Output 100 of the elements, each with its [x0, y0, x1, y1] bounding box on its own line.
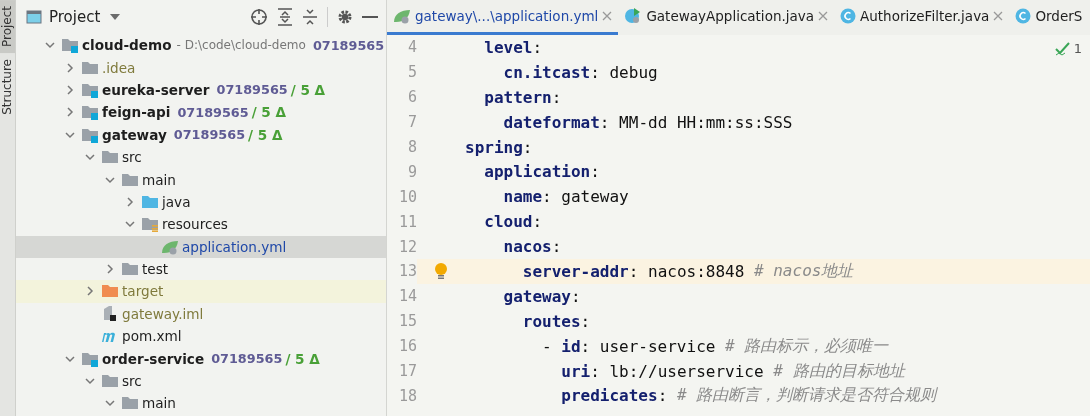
code-text: uri: lb://userservice # 路由的目标地址 [560, 359, 905, 383]
chevron-right-icon[interactable] [104, 263, 116, 276]
class-icon [840, 8, 857, 24]
class-icon [1015, 8, 1032, 24]
tree-row[interactable]: src [16, 369, 386, 393]
tree-row[interactable]: order-service 07189565 / 5 Δ [16, 347, 386, 370]
tree-row[interactable]: feign-api 07189565 / 5 Δ [16, 101, 386, 124]
line-number: 8 [406, 138, 417, 156]
line-number: 15 [397, 312, 417, 331]
vcs-revision: 07189565 [216, 82, 288, 98]
module-folder-icon [81, 81, 99, 98]
chevron-right-icon[interactable] [64, 83, 76, 96]
collapse-all-icon[interactable] [302, 8, 318, 26]
vcs-revision: 07189565 [177, 104, 249, 120]
inspection-widget[interactable]: 1 [1054, 41, 1082, 56]
tree-row[interactable]: pom.xml [16, 325, 386, 348]
vcs-changes: / 5 Δ [248, 126, 283, 143]
tree-row[interactable]: gateway 07189565 / 5 Δ [16, 123, 386, 146]
leaf-file-icon [161, 238, 179, 255]
minimize-icon[interactable] [362, 15, 378, 19]
code-text: nacos: [502, 236, 562, 259]
node-name: order-service [102, 350, 205, 367]
folder-icon [121, 261, 139, 278]
node-name: src [122, 149, 142, 166]
code-text: level: [483, 36, 543, 59]
check-icon [1054, 41, 1071, 56]
close-icon[interactable] [993, 11, 1004, 21]
code-text: routes: [521, 310, 591, 333]
tree-row[interactable]: eureka-server 07189565 / 5 Δ [16, 78, 386, 102]
node-name: cloud-demo [82, 37, 172, 54]
inspection-count: 1 [1073, 41, 1082, 56]
code-text: server-addr: nacos:8848 # nacos地址 [465, 259, 1090, 284]
tree-row[interactable]: cloud-demo - D:\code\cloud-demo 07189565 [16, 34, 386, 57]
tree-row[interactable]: gateway.iml [16, 302, 386, 326]
editor-tab[interactable]: OrderS [1009, 0, 1089, 35]
folder-icon [81, 59, 99, 76]
tree-row[interactable]: src [16, 145, 386, 169]
close-icon[interactable] [818, 11, 829, 21]
tree-row[interactable]: main [16, 168, 386, 191]
module-path: - D:\code\cloud-demo [176, 38, 306, 53]
editor-tab[interactable]: AuthorizeFilter.java [834, 0, 1010, 35]
folder-icon [101, 283, 119, 300]
tree-row[interactable]: test [16, 257, 386, 281]
line-number: 13 [397, 262, 417, 281]
file-icon [101, 305, 119, 322]
module-folder-icon [81, 350, 99, 367]
node-name: feign-api [102, 104, 171, 121]
code-text: cn.itcast: debug [502, 61, 658, 84]
expand-all-icon[interactable] [277, 8, 293, 26]
vcs-revision: 07189565 [312, 37, 385, 53]
tree-row[interactable]: main [16, 392, 386, 415]
code-text: gateway: [502, 285, 581, 308]
chevron-right-icon[interactable] [124, 195, 136, 208]
code-text: pattern: [483, 86, 562, 109]
tool-window-tab[interactable]: Project [0, 0, 15, 54]
settings-icon[interactable] [337, 9, 353, 25]
vcs-revision: 07189565 [173, 127, 246, 143]
tree-row[interactable]: .idea [16, 56, 386, 79]
vcs-changes: / 5 Δ [251, 104, 287, 121]
line-number: 18 [397, 386, 417, 405]
tree-row[interactable]: resources [16, 213, 386, 236]
panel-title[interactable]: Project [49, 8, 101, 26]
node-name: pom.xml [122, 328, 182, 345]
vcs-changes: / 5 Δ [290, 81, 326, 98]
tree-row[interactable]: application.yml [16, 235, 386, 258]
node-name: .idea [102, 59, 136, 76]
tool-window-tab[interactable]: Structure [0, 53, 15, 121]
tree-row[interactable]: target [16, 280, 386, 303]
code-text: predicates: # 路由断言，判断请求是否符合规则 [560, 384, 937, 408]
close-icon[interactable] [602, 11, 613, 21]
node-name: src [122, 373, 142, 390]
vcs-revision: 07189565 [211, 351, 283, 367]
line-number: 10 [397, 187, 417, 206]
line-number: 12 [397, 237, 417, 256]
chevron-right-icon[interactable] [64, 61, 76, 74]
dropdown-caret-icon[interactable] [109, 13, 122, 21]
code-text: dateformat: MM-dd HH:mm:ss:SSS [502, 111, 793, 134]
node-name: main [142, 171, 176, 188]
chevron-right-icon[interactable] [84, 285, 96, 298]
node-name: test [142, 261, 169, 278]
leaf-file-icon [393, 8, 411, 24]
tree-row[interactable]: java [16, 190, 386, 214]
line-number: 14 [397, 287, 417, 306]
node-name: gateway.iml [122, 305, 204, 322]
code-text: cloud: [483, 211, 543, 234]
node-name: main [142, 395, 176, 412]
folder-icon [121, 171, 139, 188]
line-number: 9 [406, 162, 417, 181]
line-number: 5 [406, 63, 417, 82]
code-text: application: [483, 161, 600, 184]
lightbulb-icon[interactable] [434, 262, 448, 281]
line-number: 4 [406, 38, 417, 57]
chevron-right-icon[interactable] [64, 106, 76, 119]
editor-tab[interactable]: GatewayApplication.java [618, 0, 835, 35]
node-name: java [162, 193, 191, 210]
locate-icon[interactable] [250, 8, 268, 26]
panel-icon [26, 10, 42, 24]
line-number: 7 [406, 113, 417, 132]
vcs-changes: / 5 Δ [285, 350, 320, 367]
module-folder-icon [81, 126, 99, 143]
